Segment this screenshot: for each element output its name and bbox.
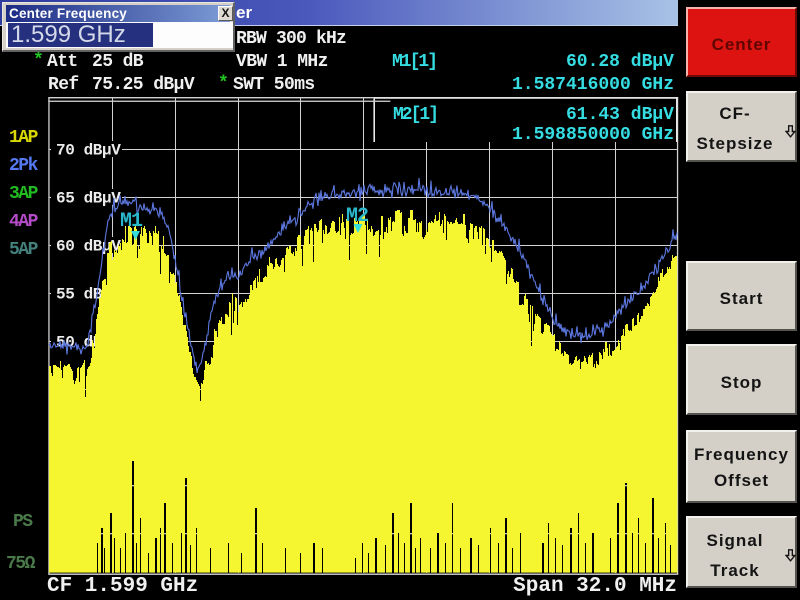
svg-text:65 dBµV: 65 dBµV: [56, 190, 121, 208]
svg-text:70 dBµV: 70 dBµV: [56, 142, 121, 160]
svg-text:61.43 dBµV: 61.43 dBµV: [566, 105, 674, 125]
svg-text:M1: M1: [120, 210, 143, 233]
svg-text:M2[1]: M2[1]: [393, 105, 437, 125]
svg-text:1.598850000 GHz: 1.598850000 GHz: [512, 125, 674, 145]
